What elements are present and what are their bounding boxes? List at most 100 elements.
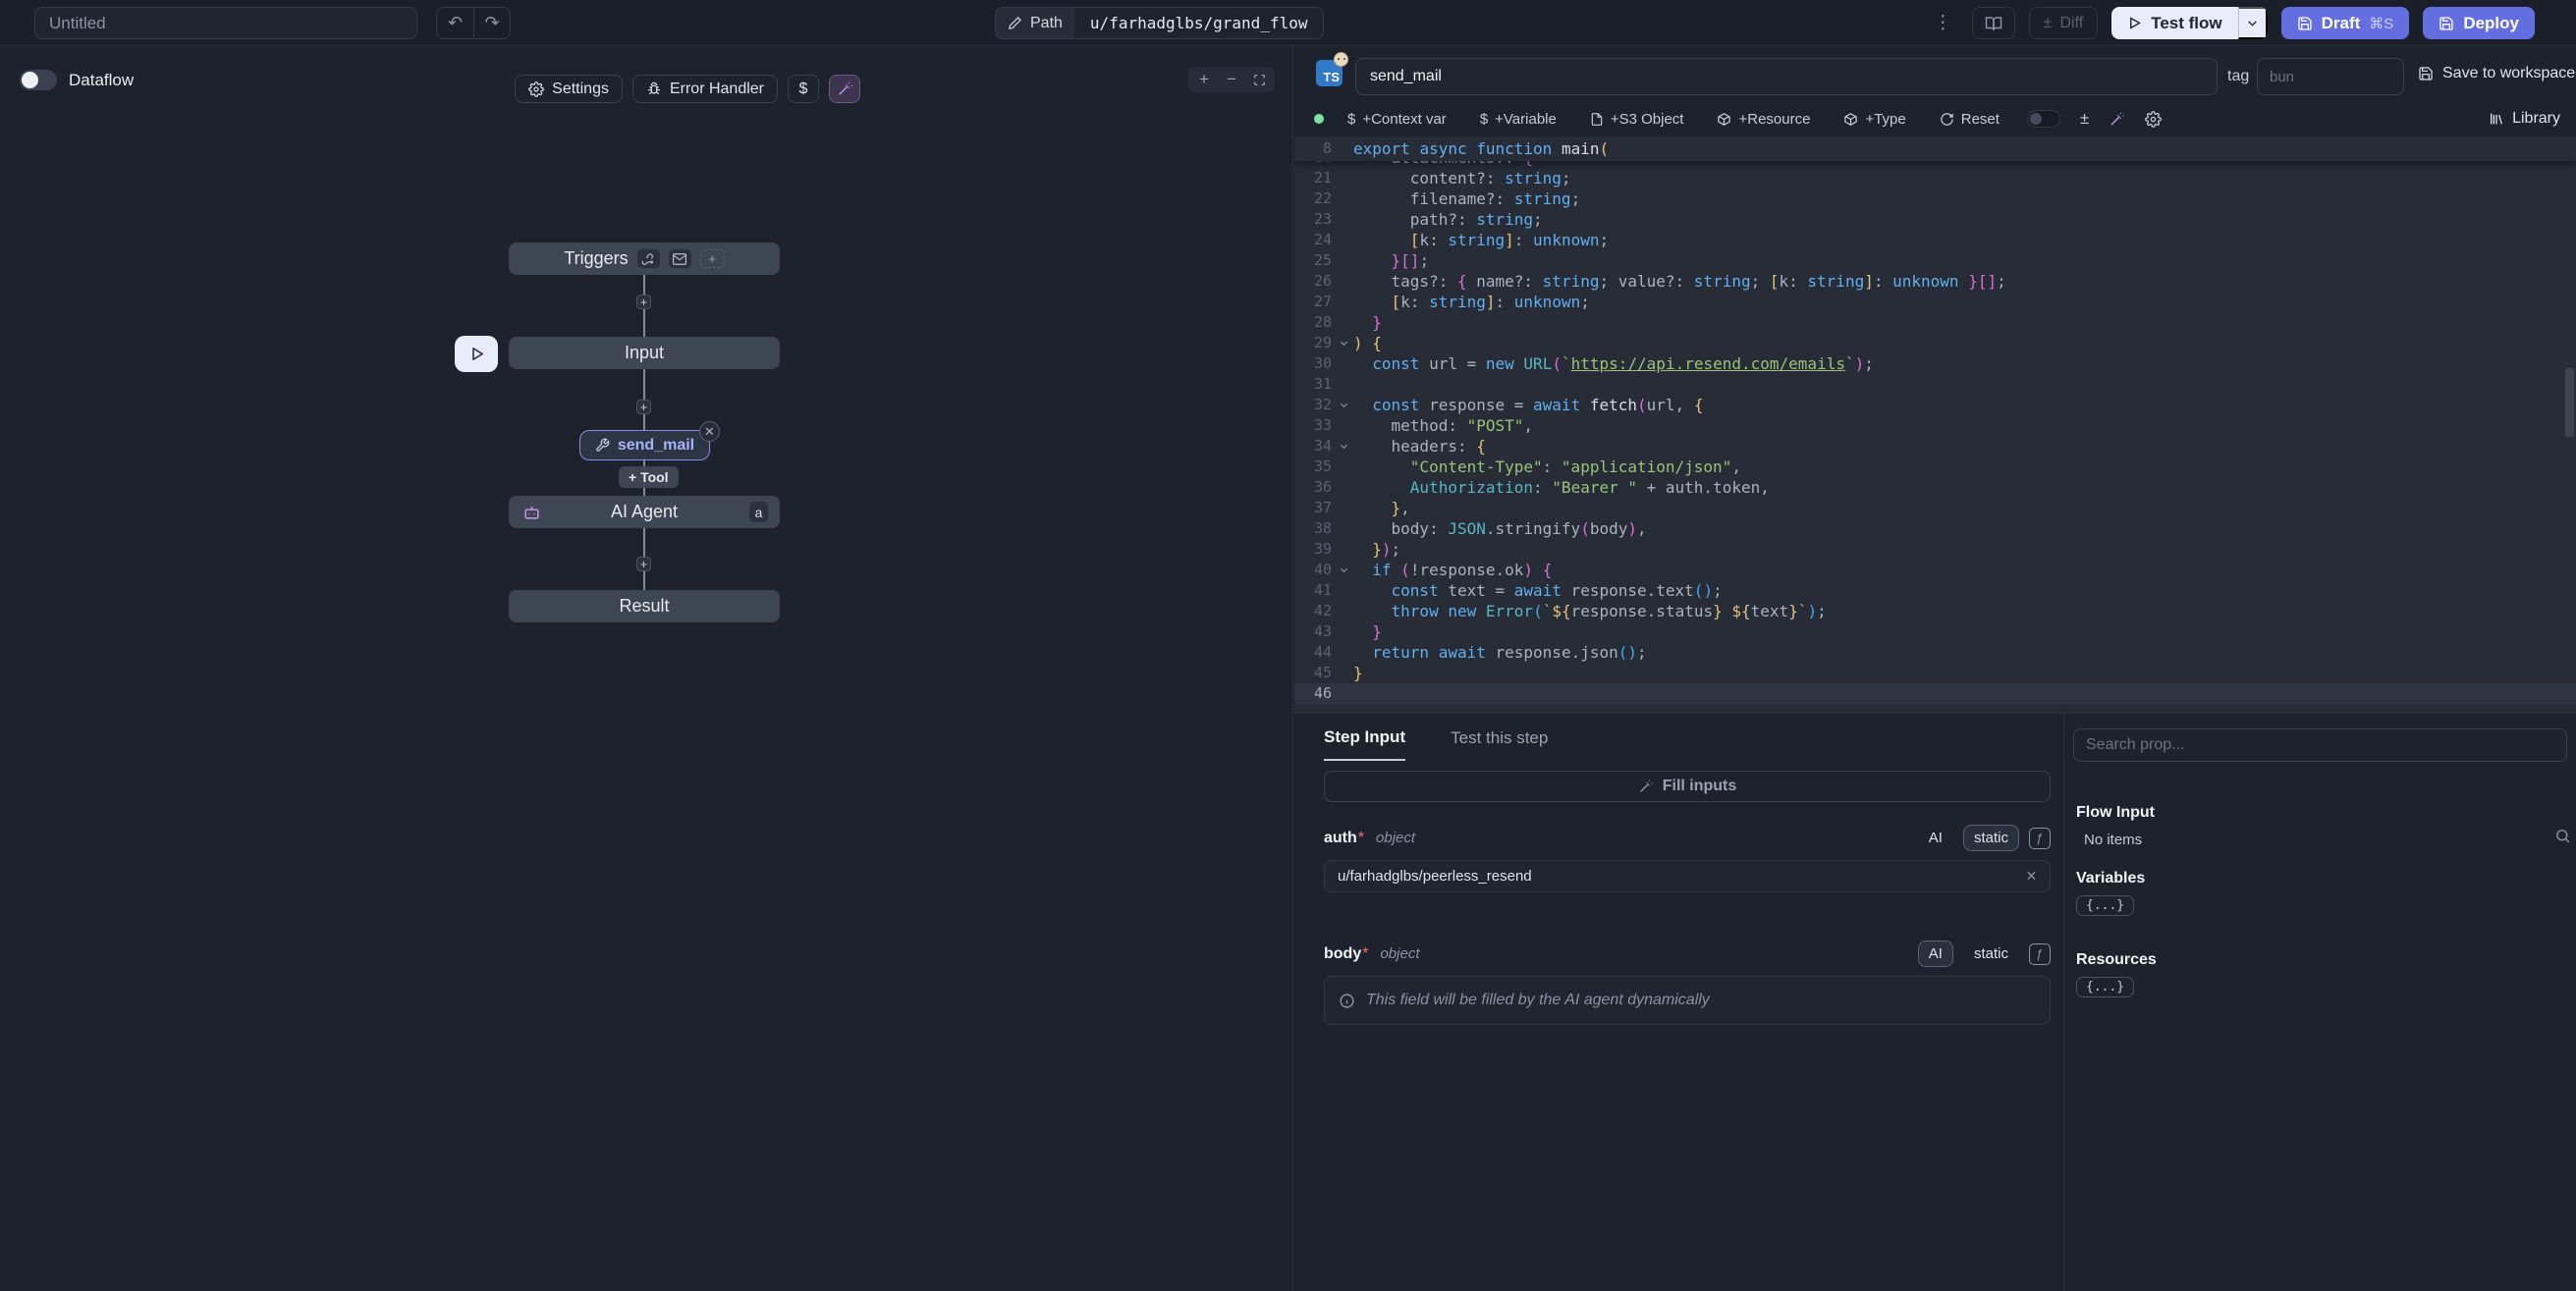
mode-static-button[interactable]: static: [1963, 825, 2019, 851]
remove-tool-button[interactable]: ✕: [699, 421, 720, 442]
toolbar-item--variable[interactable]: $+Variable: [1480, 111, 1557, 128]
tab-step-input[interactable]: Step Input: [1324, 727, 1405, 761]
triggers-label: Triggers: [564, 248, 628, 269]
path-chip[interactable]: Path u/farhadglbs/grand_flow: [995, 7, 1324, 39]
redo-button[interactable]: ↷: [473, 8, 510, 38]
run-from-input-button[interactable]: [455, 336, 498, 372]
code-line-24[interactable]: 24 [k: string]: unknown;: [1294, 230, 2576, 250]
diff-mode-button[interactable]: ±: [2080, 109, 2089, 129]
toolbar-item--resource[interactable]: +Resource: [1717, 111, 1810, 128]
code-line-30[interactable]: 30 const url = new URL(`https://api.rese…: [1294, 353, 2576, 374]
code-line-45[interactable]: 45}: [1294, 663, 2576, 683]
step-name-input[interactable]: [1355, 58, 2218, 95]
toolbar-item--type[interactable]: +Type: [1843, 111, 1905, 128]
prop-search-input[interactable]: [2073, 728, 2567, 762]
fit-view-button[interactable]: [1247, 69, 1271, 90]
ai-edit-button[interactable]: [2109, 111, 2125, 128]
editor-scrollbar[interactable]: [2565, 368, 2574, 437]
prop-section-content[interactable]: {...}: [2076, 895, 2134, 916]
panel-search-icon[interactable]: [2550, 824, 2574, 847]
variable-picker-button[interactable]: $: [788, 75, 819, 103]
more-menu-button[interactable]: ⋮: [1928, 12, 1958, 34]
draft-label: Draft: [2322, 14, 2361, 33]
insert-step-button[interactable]: +: [636, 400, 651, 414]
code-line-42[interactable]: 42 throw new Error(`${response.status} $…: [1294, 601, 2576, 621]
settings-button[interactable]: Settings: [515, 75, 623, 103]
function-icon[interactable]: ƒ: [2029, 943, 2051, 965]
test-flow-dropdown-button[interactable]: [2238, 7, 2268, 39]
code-line-46[interactable]: 46: [1294, 683, 2576, 704]
error-handler-button[interactable]: Error Handler: [632, 75, 778, 103]
undo-icon: ↶: [448, 13, 463, 33]
code-line-22[interactable]: 22 filename?: string;: [1294, 188, 2576, 209]
zoom-out-button[interactable]: −: [1220, 69, 1243, 90]
code-editor[interactable]: 20 attachments?: {21 content?: string;22…: [1294, 136, 2576, 713]
email-trigger-icon[interactable]: [669, 249, 691, 268]
prop-section-content[interactable]: {...}: [2076, 977, 2134, 997]
draft-button[interactable]: Draft ⌘S: [2281, 7, 2410, 39]
code-line-40[interactable]: 40 if (!response.ok) {: [1294, 560, 2576, 580]
code-line-41[interactable]: 41 const text = await response.text();: [1294, 580, 2576, 601]
insert-step-button[interactable]: +: [636, 557, 651, 571]
history-buttons: ↶ ↷: [436, 7, 511, 39]
toolbar-item--s3-object[interactable]: +S3 Object: [1590, 111, 1684, 128]
fill-inputs-button[interactable]: Fill inputs: [1324, 771, 2051, 802]
code-line-44[interactable]: 44 return await response.json();: [1294, 642, 2576, 663]
diff-button[interactable]: ± Diff: [2029, 7, 2099, 39]
code-line-25[interactable]: 25 }[];: [1294, 250, 2576, 271]
editor-mini-toggle[interactable]: [2027, 110, 2060, 128]
clear-field-button[interactable]: ✕: [2020, 865, 2043, 888]
code-line-26[interactable]: 26 tags?: { name?: string; value?: strin…: [1294, 271, 2576, 292]
test-flow-button[interactable]: Test flow: [2111, 7, 2237, 39]
node-input[interactable]: Input: [509, 337, 780, 369]
code-line-43[interactable]: 43 }: [1294, 621, 2576, 642]
library-button[interactable]: Library: [2489, 102, 2560, 135]
tag-input[interactable]: [2257, 58, 2404, 95]
add-tool-button[interactable]: + Tool: [619, 466, 679, 488]
dataflow-toggle[interactable]: [20, 70, 57, 90]
toolbar-item--context-var[interactable]: $+Context var: [1347, 111, 1447, 128]
node-send-mail-tool[interactable]: send_mail: [579, 430, 710, 460]
mode-ai-button[interactable]: AI: [1918, 825, 1953, 851]
mode-static-button[interactable]: static: [1963, 941, 2019, 967]
draft-shortcut: ⌘S: [2369, 15, 2393, 32]
editor-settings-button[interactable]: [2145, 111, 2162, 128]
webhook-trigger-icon[interactable]: [637, 249, 660, 268]
code-line-8[interactable]: 8export async function main(: [1294, 138, 1609, 159]
toolbar-item-reset[interactable]: Reset: [1940, 111, 2000, 128]
function-icon[interactable]: ƒ: [2029, 828, 2051, 849]
save-to-workspace-button[interactable]: Save to workspace: [2418, 65, 2575, 82]
node-triggers[interactable]: Triggers +: [509, 242, 780, 275]
field-auth-input[interactable]: [1324, 860, 2051, 892]
undo-button[interactable]: ↶: [437, 8, 473, 38]
node-result[interactable]: Result: [509, 590, 780, 622]
docs-button[interactable]: [1972, 7, 2015, 39]
insert-step-button[interactable]: +: [636, 295, 651, 309]
ai-assistant-button[interactable]: [829, 75, 860, 103]
code-line-36[interactable]: 36 Authorization: "Bearer " + auth.token…: [1294, 477, 2576, 498]
diff-label: Diff: [2059, 15, 2083, 32]
code-line-33[interactable]: 33 method: "POST",: [1294, 415, 2576, 436]
agent-id-badge: a: [749, 502, 768, 522]
deploy-button[interactable]: Deploy: [2423, 7, 2535, 39]
code-line-28[interactable]: 28 }: [1294, 312, 2576, 333]
node-ai-agent[interactable]: AI Agent a: [509, 496, 780, 528]
code-line-38[interactable]: 38 body: JSON.stringify(body),: [1294, 518, 2576, 539]
code-line-27[interactable]: 27 [k: string]: unknown;: [1294, 292, 2576, 312]
tab-test-this-step[interactable]: Test this step: [1451, 727, 1548, 761]
zoom-in-button[interactable]: +: [1192, 69, 1216, 90]
prop-section-flow-input: Flow Input: [2076, 804, 2557, 822]
code-line-29[interactable]: 29) {: [1294, 333, 2576, 353]
code-line-23[interactable]: 23 path?: string;: [1294, 209, 2576, 230]
code-line-21[interactable]: 21 content?: string;: [1294, 168, 2576, 188]
code-line-32[interactable]: 32 const response = await fetch(url, {: [1294, 395, 2576, 415]
code-line-31[interactable]: 31: [1294, 374, 2576, 395]
code-line-39[interactable]: 39 });: [1294, 539, 2576, 560]
flow-name-input[interactable]: [34, 7, 417, 39]
code-line-37[interactable]: 37 },: [1294, 498, 2576, 518]
add-trigger-button[interactable]: +: [700, 249, 725, 268]
code-line-34[interactable]: 34 headers: {: [1294, 436, 2576, 457]
flow-canvas[interactable]: Dataflow Settings Error Handler $ + −: [0, 46, 1293, 1291]
mode-ai-button[interactable]: AI: [1918, 941, 1953, 967]
code-line-35[interactable]: 35 "Content-Type": "application/json",: [1294, 457, 2576, 477]
